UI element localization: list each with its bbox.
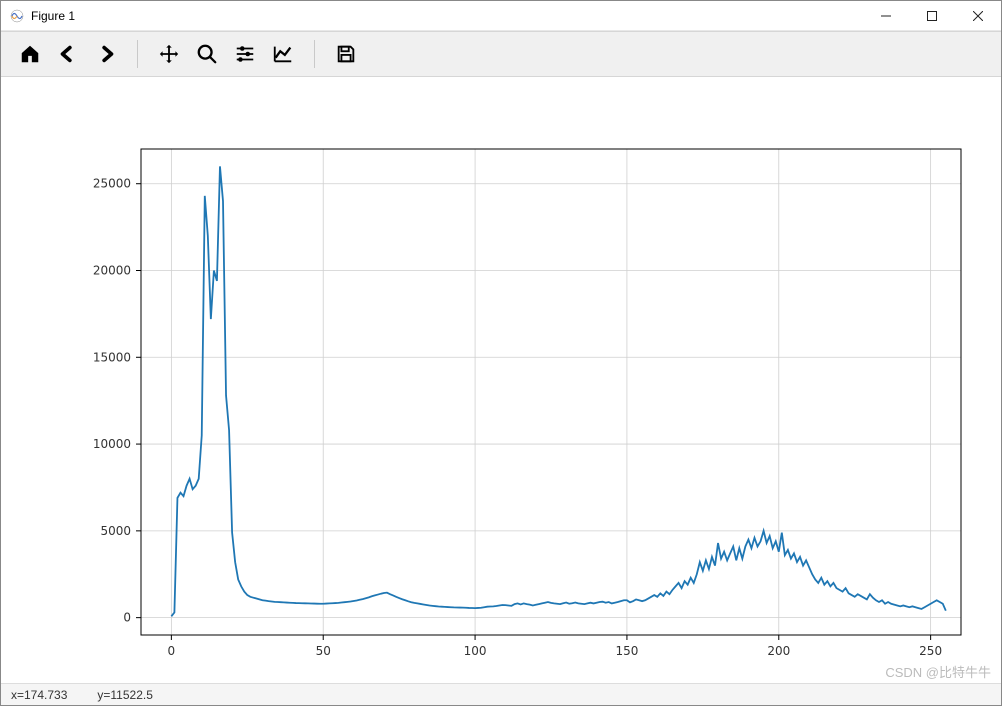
svg-text:150: 150 [615, 644, 638, 658]
window-controls [863, 1, 1001, 30]
svg-text:10000: 10000 [93, 437, 131, 451]
axes-edit-button[interactable] [264, 35, 302, 73]
toolbar [1, 31, 1001, 77]
zoom-button[interactable] [188, 35, 226, 73]
plot-area[interactable]: 0 50 100 150 200 250 0 5000 10000 15000 20000 25000… [1, 77, 1001, 683]
statusbar: x=174.733 y=11522.5 [1, 683, 1001, 705]
back-button[interactable] [49, 35, 87, 73]
status-y: y=11522.5 [97, 688, 153, 702]
close-button[interactable] [955, 1, 1001, 30]
toolbar-separator [137, 40, 138, 68]
svg-text:200: 200 [767, 644, 790, 658]
svg-text:100: 100 [464, 644, 487, 658]
svg-text:0: 0 [123, 611, 131, 625]
svg-text:15000: 15000 [93, 350, 131, 364]
app-icon [9, 8, 25, 24]
status-x: x=174.733 [11, 688, 67, 702]
toolbar-separator [314, 40, 315, 68]
svg-text:5000: 5000 [100, 524, 131, 538]
pan-button[interactable] [150, 35, 188, 73]
titlebar: Figure 1 [1, 1, 1001, 31]
maximize-button[interactable] [909, 1, 955, 30]
forward-button[interactable] [87, 35, 125, 73]
home-button[interactable] [11, 35, 49, 73]
svg-text:250: 250 [919, 644, 942, 658]
window-title: Figure 1 [31, 9, 863, 23]
svg-text:25000: 25000 [93, 177, 131, 191]
svg-text:20000: 20000 [93, 264, 131, 278]
configure-subplots-button[interactable] [226, 35, 264, 73]
minimize-button[interactable] [863, 1, 909, 30]
svg-text:50: 50 [316, 644, 331, 658]
chart-canvas[interactable]: 0 50 100 150 200 250 0 5000 10000 15000 20000 25000 [1, 77, 1001, 683]
save-button[interactable] [327, 35, 365, 73]
svg-text:0: 0 [168, 644, 176, 658]
